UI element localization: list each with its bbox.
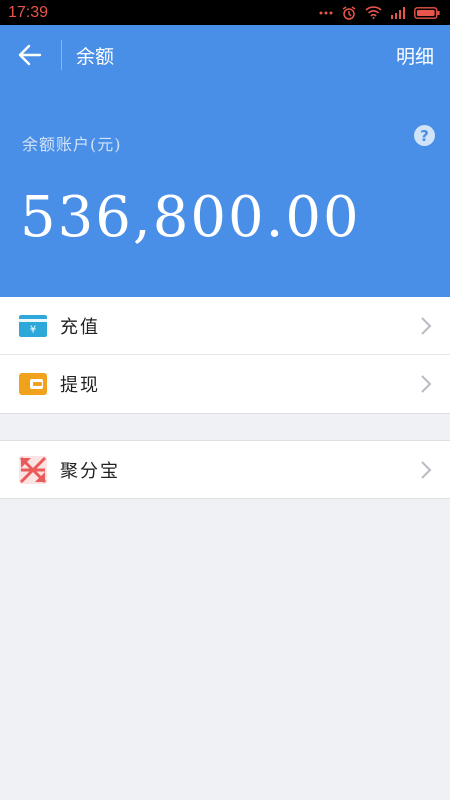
wifi-icon (365, 6, 382, 19)
detail-link[interactable]: 明细 (396, 42, 434, 69)
account-label: 余额账户(元) (22, 135, 122, 154)
withdraw-item[interactable]: 提现 (0, 355, 450, 413)
alarm-icon (342, 5, 356, 20)
status-icons (319, 5, 440, 21)
chevron-right-icon (421, 375, 432, 393)
balance-header: 余额 明细 余额账户(元) ? 536,800.00 (0, 25, 450, 297)
menu-group-funds: ¥ 充值 提现 (0, 297, 450, 414)
jufenbao-item[interactable]: 聚分宝 (0, 441, 450, 499)
chevron-right-icon (421, 316, 432, 335)
back-arrow-icon (18, 44, 42, 66)
battery-icon (414, 6, 440, 19)
signal-icon (391, 6, 405, 19)
chevron-right-icon (421, 461, 432, 479)
withdraw-label: 提现 (60, 375, 100, 396)
status-time: 17:39 (8, 3, 49, 21)
recharge-label: 充值 (60, 316, 100, 338)
jufenbao-label: 聚分宝 (60, 461, 120, 482)
nav-bar: 余额 明细 (0, 25, 450, 85)
status-bar: 17:39 (0, 0, 450, 25)
card-yuan-icon: ¥ (19, 314, 47, 337)
menu-group-jufenbao: 聚分宝 (0, 440, 450, 499)
nav-divider (61, 40, 62, 70)
page-title: 余额 (76, 46, 115, 68)
recharge-item[interactable]: ¥ 充值 (0, 297, 450, 355)
question-icon[interactable]: ? (414, 125, 435, 146)
balance-amount: 536,800.00 (20, 185, 361, 250)
svg-text:¥: ¥ (30, 324, 36, 335)
back-button[interactable] (14, 40, 46, 70)
jufenbao-logo-icon (19, 456, 47, 484)
wallet-icon (19, 373, 47, 395)
dots-icon (319, 11, 333, 14)
